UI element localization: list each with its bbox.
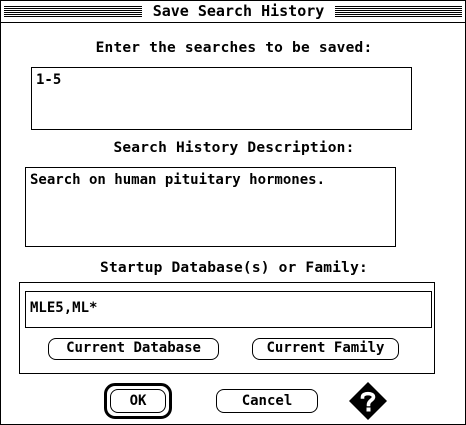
title-bar[interactable]: Save Search History	[1, 1, 465, 23]
ok-button[interactable]: OK	[110, 389, 166, 413]
description-field[interactable]: Search on human pituitary hormones.	[25, 167, 396, 247]
startup-database-field[interactable]: MLE5,ML*	[25, 291, 432, 328]
current-database-button[interactable]: Current Database	[48, 338, 219, 360]
dialog-title: Save Search History	[142, 2, 335, 21]
title-bar-stripes-right	[330, 6, 462, 17]
searches-label: Enter the searches to be saved:	[95, 40, 373, 56]
description-label: Search History Description:	[113, 140, 355, 156]
save-search-history-dialog: Save Search History Enter the searches t…	[0, 0, 466, 425]
title-bar-stripes-left	[4, 6, 142, 17]
startup-label: Startup Database(s) or Family:	[100, 260, 368, 276]
searches-field[interactable]: 1-5	[31, 67, 412, 130]
current-family-button[interactable]: Current Family	[252, 338, 399, 360]
cancel-button[interactable]: Cancel	[216, 389, 318, 413]
help-diamond-icon[interactable]	[348, 381, 388, 421]
